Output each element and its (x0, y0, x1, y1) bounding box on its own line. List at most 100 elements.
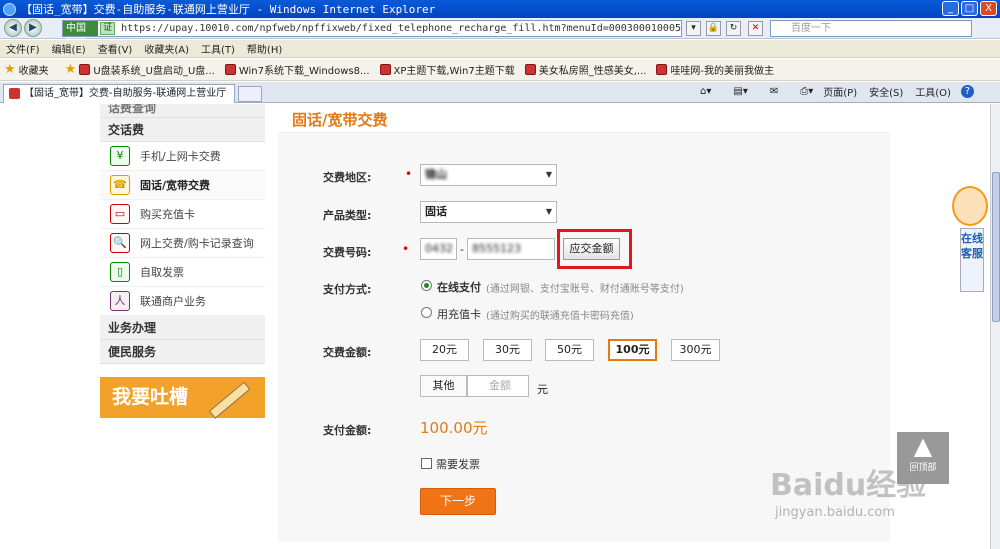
area-label: 交费地区: (323, 171, 372, 184)
required-mark: • (402, 242, 410, 256)
sidebar-cat-bill-query[interactable]: 话费查询 (100, 104, 265, 118)
amount-option-300[interactable]: 300元 (671, 339, 720, 361)
sidebar-item-label[interactable]: 购买充值卡 (140, 206, 195, 222)
sidebar-item-merchant[interactable]: 人 联通商户业务 (100, 287, 265, 316)
mail-icon[interactable]: ✉ (770, 86, 778, 97)
number-label: 交费号码: (323, 246, 372, 259)
refresh-icon[interactable]: ↻ (726, 21, 741, 36)
amount-option-50[interactable]: 50元 (545, 339, 594, 361)
page-title: 固话/宽带交费 (292, 111, 388, 129)
dropdown-icon[interactable]: ▾ (686, 21, 701, 36)
watermark: Baidu经验 (770, 468, 927, 503)
help-icon[interactable]: ? (960, 85, 974, 98)
amount-option-30[interactable]: 30元 (483, 339, 532, 361)
number-dash: - (460, 243, 464, 256)
lock-icon[interactable]: 🔒 (706, 21, 721, 36)
menu-tools[interactable]: 工具(T) (201, 41, 235, 56)
invoice-icon: ▯ (110, 262, 130, 282)
minimize-button[interactable]: _ (942, 1, 959, 16)
card-pay-radio[interactable] (421, 307, 432, 318)
next-step-button[interactable]: 下一步 (420, 488, 496, 515)
area-select[interactable]: 锦山 ▼ (420, 164, 557, 186)
url-field[interactable]: 中国联通官网 证 https://upay.10010.com/npfweb/n… (62, 20, 682, 64)
vertical-scrollbar[interactable] (990, 104, 1000, 549)
print-icon[interactable]: ⎙▾ (800, 86, 813, 97)
back-icon[interactable]: ◀ (4, 19, 22, 37)
watermark-url: jingyan.baidu.com (775, 505, 895, 520)
scroll-thumb[interactable] (992, 172, 1000, 322)
feeds-icon[interactable]: ▤▾ (733, 86, 747, 97)
chevron-down-icon: ▼ (545, 207, 552, 216)
stop-icon[interactable]: ✕ (748, 21, 763, 36)
browser-tab[interactable]: 【固话_宽带】交费-自助服务-联通网上营业厅 (3, 84, 235, 103)
menu-help[interactable]: 帮助(H) (247, 41, 282, 56)
menu-edit[interactable]: 编辑(E) (52, 41, 86, 56)
fav-link-5[interactable]: 哇哇网-我的美丽我做主 (656, 62, 774, 77)
close-window-button[interactable]: X (980, 1, 997, 16)
menu-bar: 文件(F) 编辑(E) 查看(V) 收藏夹(A) 工具(T) 帮助(H) (0, 40, 1000, 58)
window-title-bar: 【固话_宽带】交费-自助服务-联通网上营业厅 - Windows Interne… (0, 0, 1000, 18)
sidebar-item-label[interactable]: 自取发票 (140, 264, 184, 280)
amount-unit: 元 (537, 383, 548, 396)
page-menu[interactable]: 页面(P) (823, 84, 857, 99)
favorites-bar: ★ 收藏夹 ★ U盘装系统_U盘启动_U盘... Win7系统下载_Window… (0, 59, 1000, 81)
page-icon (9, 88, 20, 99)
ie-logo-icon (3, 2, 16, 16)
tools-menu[interactable]: 工具(O) (915, 84, 951, 99)
sidebar-cat-service[interactable]: 便民服务 (100, 340, 265, 364)
search-record-icon: 🔍 (110, 233, 130, 253)
amount-option-20[interactable]: 20元 (420, 339, 469, 361)
phone-icon: ☎ (110, 175, 130, 195)
forward-icon[interactable]: ▶ (24, 19, 42, 37)
customer-service-label[interactable]: 在线客服 (960, 228, 984, 292)
online-pay-label[interactable]: 在线支付 (437, 279, 481, 295)
customer-service-widget[interactable]: 在线客服 (952, 186, 992, 298)
other-amount-input[interactable]: 金额 (467, 375, 529, 397)
phone-number-input[interactable]: 8555123 (467, 238, 555, 260)
page-icon (656, 64, 668, 75)
new-tab-button[interactable] (238, 86, 262, 102)
home-icon[interactable]: ⌂▾ (700, 86, 711, 97)
invoice-label[interactable]: 需要发票 (436, 456, 480, 472)
product-select[interactable]: 固话 ▼ (420, 201, 557, 223)
area-code-input[interactable]: 0432 (420, 238, 457, 260)
maximize-button[interactable]: □ (961, 1, 978, 16)
fav-link-3[interactable]: XP主题下载,Win7主题下载 (379, 62, 515, 77)
fav-link-1[interactable]: U盘装系统_U盘启动_U盘... (79, 62, 215, 77)
url-text[interactable]: https://upay.10010.com/npfweb/npffixweb/… (121, 23, 681, 34)
card-pay-hint: (通过购买的联通充值卡密码充值) (486, 311, 634, 322)
sidebar-cat-business[interactable]: 业务办理 (100, 316, 265, 340)
sidebar-item-label[interactable]: 固话/宽带交费 (140, 177, 210, 193)
sidebar-item-buy-card[interactable]: ▭ 购买充值卡 (100, 200, 265, 229)
sidebar-item-invoice[interactable]: ▯ 自取发票 (100, 258, 265, 287)
online-pay-radio[interactable] (421, 280, 432, 291)
sidebar-item-mobile-pay[interactable]: ¥ 手机/上网卡交费 (100, 142, 265, 171)
fav-link-4[interactable]: 美女私房照_性感美女,... (524, 62, 646, 77)
cert-badge[interactable]: 证 (100, 22, 116, 35)
other-amount-button[interactable]: 其他 (420, 375, 467, 397)
search-input[interactable]: 百度一下 (770, 20, 972, 37)
add-favorite-icon[interactable]: ★ (65, 62, 77, 77)
fav-link-2[interactable]: Win7系统下载_Windows8... (224, 62, 370, 77)
page-icon (79, 64, 91, 75)
page-icon (224, 64, 236, 75)
site-tag: 中国联通官网 (63, 21, 99, 64)
arrow-up-icon: ▲ (913, 432, 933, 460)
safety-menu[interactable]: 安全(S) (869, 84, 903, 99)
menu-file[interactable]: 文件(F) (6, 41, 40, 56)
favorites-button[interactable]: 收藏夹 (19, 62, 49, 77)
amount-option-100[interactable]: 100元 (608, 339, 657, 361)
sidebar-item-fixed-line-pay[interactable]: ☎ 固话/宽带交费 (100, 171, 265, 200)
menu-favorites[interactable]: 收藏夹(A) (144, 41, 189, 56)
avatar (952, 186, 988, 226)
sidebar-cat-pay[interactable]: 交话费 (100, 118, 265, 142)
menu-view[interactable]: 查看(V) (98, 41, 133, 56)
sidebar-item-records[interactable]: 🔍 网上交费/购卡记录查询 (100, 229, 265, 258)
sidebar-item-label[interactable]: 网上交费/购卡记录查询 (140, 235, 254, 251)
page-icon (524, 64, 536, 75)
required-mark: • (405, 167, 413, 181)
sidebar-item-label[interactable]: 联通商户业务 (140, 293, 206, 309)
invoice-checkbox[interactable] (421, 458, 432, 469)
card-pay-label[interactable]: 用充值卡 (437, 306, 481, 322)
sidebar-item-label[interactable]: 手机/上网卡交费 (140, 148, 221, 164)
